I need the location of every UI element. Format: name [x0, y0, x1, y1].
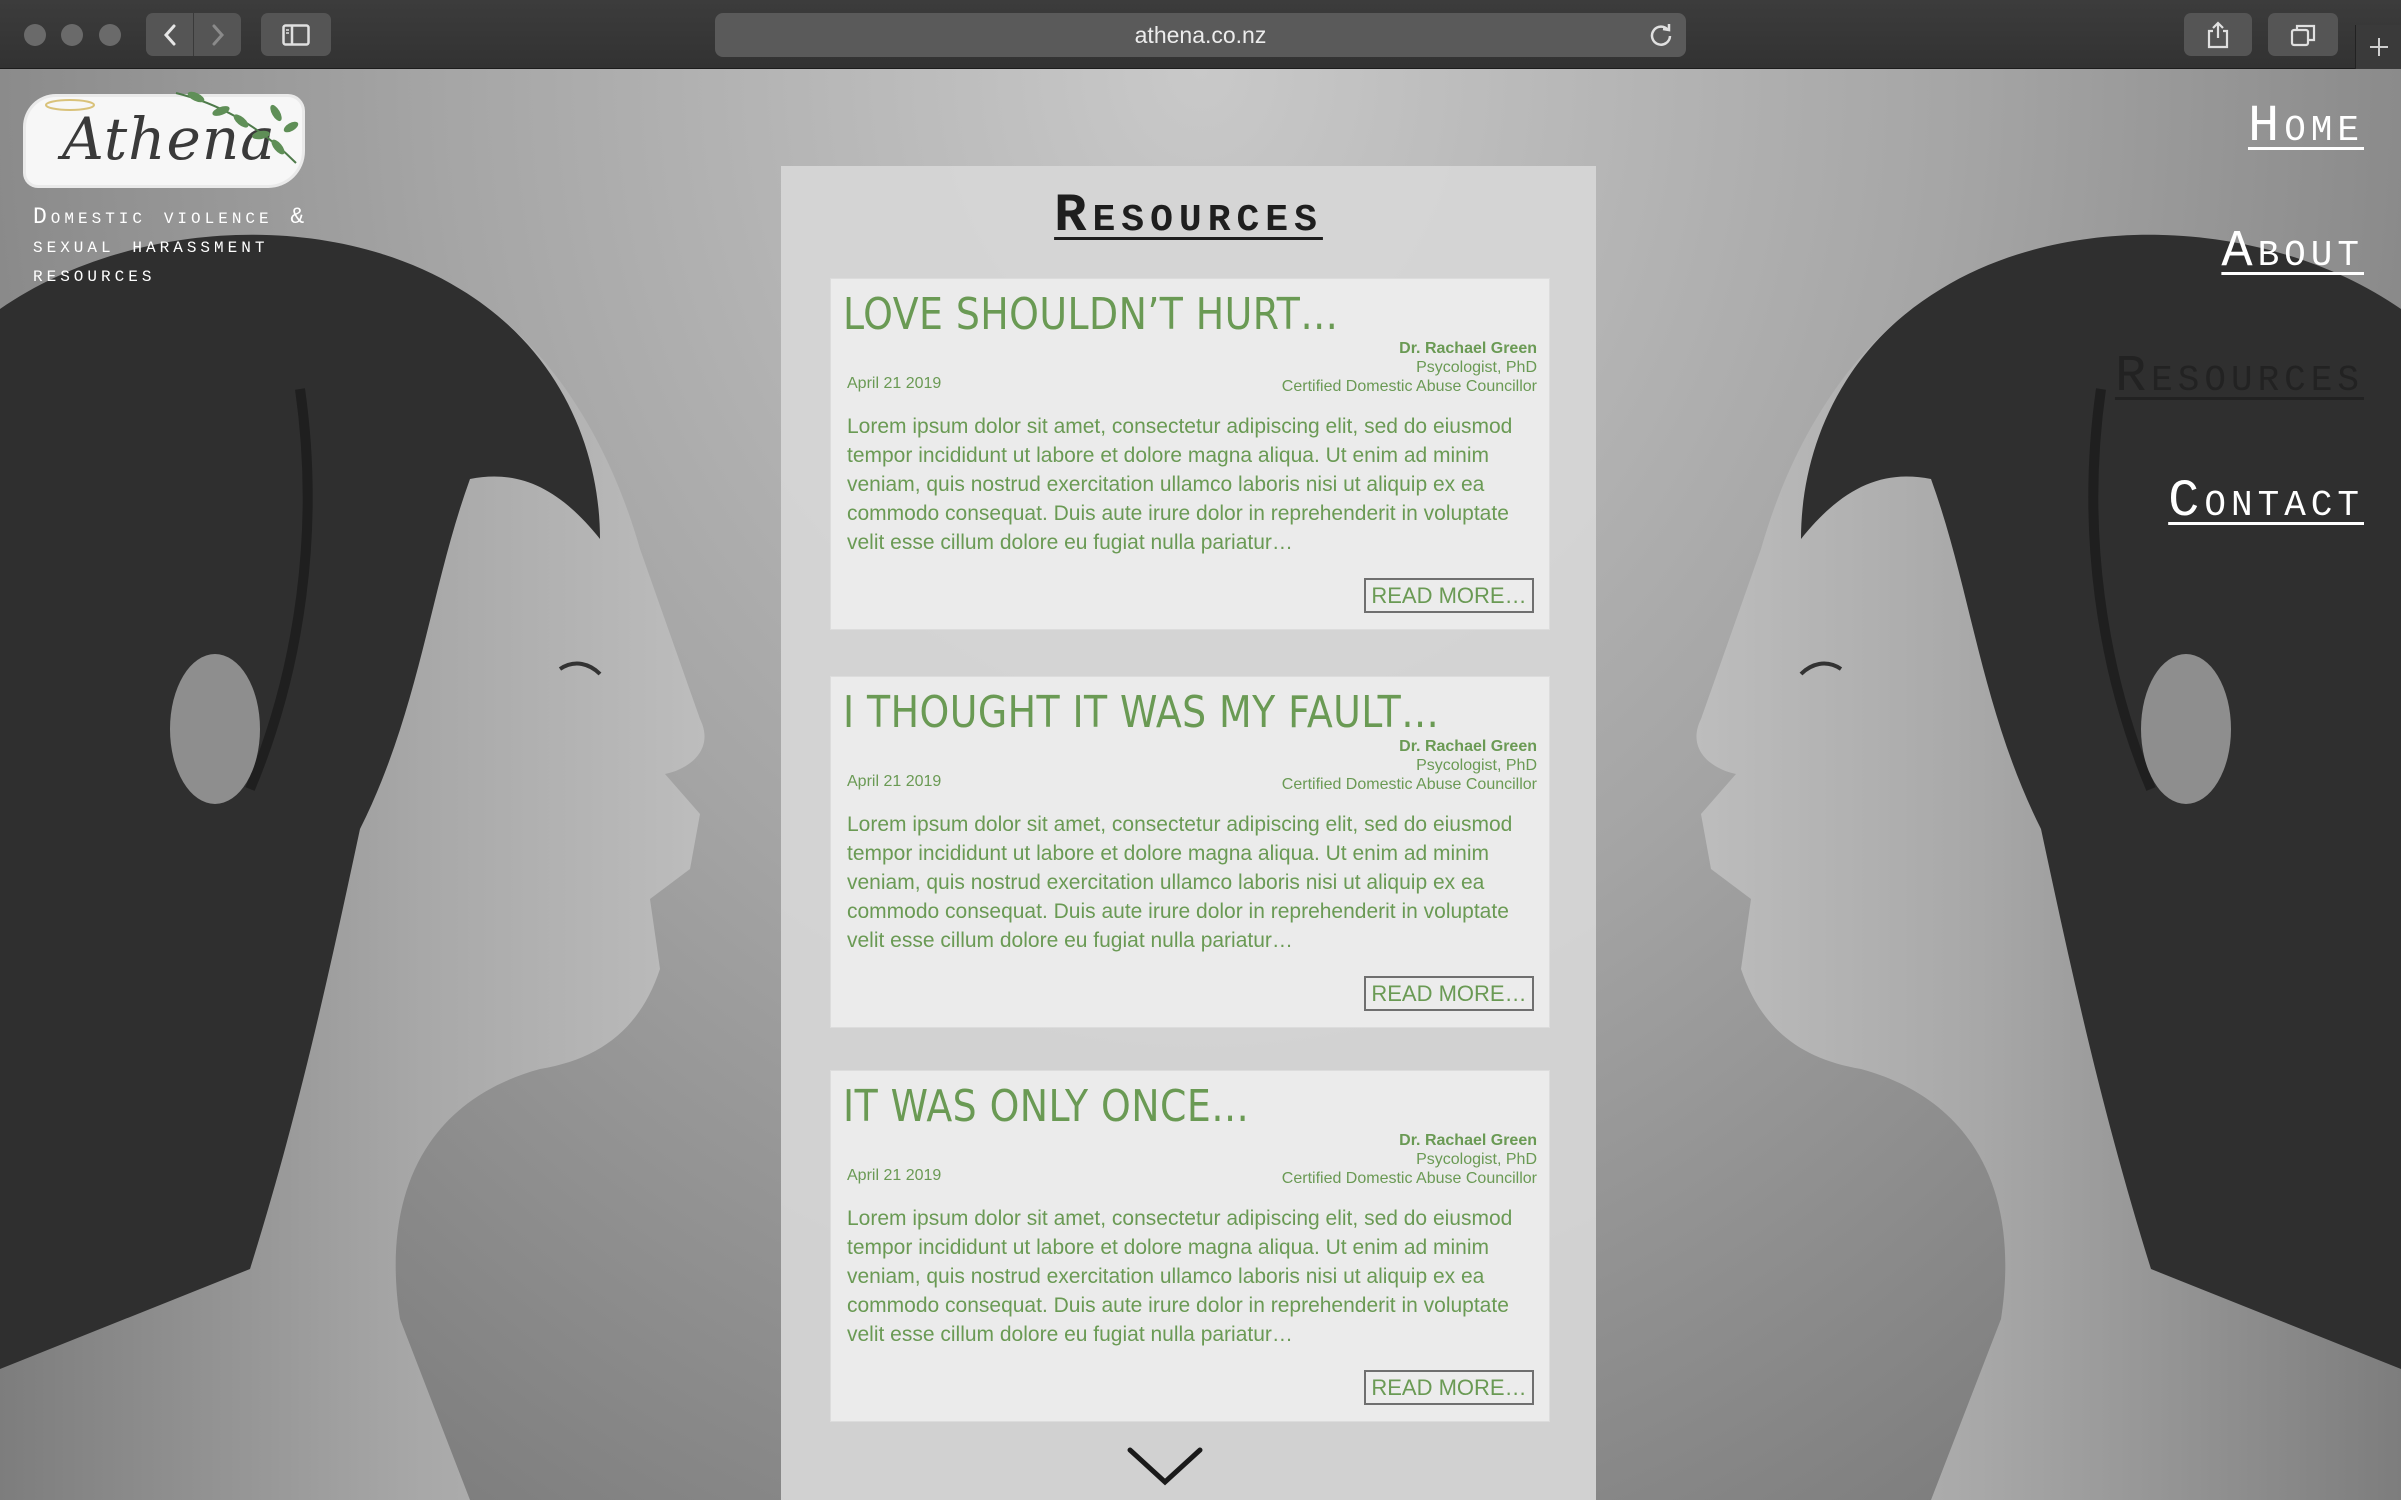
read-more-button[interactable]: READ MORE… — [1364, 976, 1534, 1011]
article-date: April 21 2019 — [847, 1167, 942, 1184]
site-logo[interactable]: Athena — [26, 91, 302, 185]
show-tabs-button[interactable] — [2268, 13, 2338, 56]
article-author: Dr. Rachael Green Psycologist, PhD Certi… — [1282, 1131, 1537, 1188]
article-date: April 21 2019 — [847, 773, 942, 790]
new-tab-button[interactable] — [2355, 25, 2401, 69]
reload-icon — [1650, 24, 1672, 46]
author-title: Psycologist, PhD — [1416, 757, 1537, 774]
article-card: IT WAS ONLY ONCE… Dr. Rachael Green Psyc… — [831, 1071, 1549, 1421]
author-title: Psycologist, PhD — [1416, 1151, 1537, 1168]
resources-panel: Resources LOVE SHOULDN’T HURT… Dr. Racha… — [781, 166, 1596, 1500]
chevron-right-icon — [212, 24, 224, 45]
olive-branch-icon — [175, 91, 299, 164]
author-certification: Certified Domestic Abuse Councillor — [1281, 776, 1537, 793]
article-title[interactable]: LOVE SHOULDN’T HURT… — [843, 289, 1339, 340]
author-title: Psycologist, PhD — [1416, 359, 1537, 376]
article-date: April 21 2019 — [847, 375, 942, 392]
article-author: Dr. Rachael Green Psycologist, PhD Certi… — [1282, 339, 1537, 396]
article-author: Dr. Rachael Green Psycologist, PhD Certi… — [1282, 737, 1537, 794]
share-icon — [2207, 20, 2229, 48]
window-close-button[interactable] — [24, 24, 46, 46]
article-title[interactable]: IT WAS ONLY ONCE… — [843, 1081, 1249, 1132]
sidebar-toggle-button[interactable] — [261, 13, 331, 56]
url-text: athena.co.nz — [1134, 21, 1267, 48]
article-card: I THOUGHT IT WAS MY FAULT… Dr. Rachael G… — [831, 677, 1549, 1027]
nav-about-link[interactable]: About — [2221, 222, 2364, 281]
browser-toolbar: athena.co.nz — [0, 0, 2401, 69]
web-page: Athena Domestic violence & sexual harass… — [0, 69, 2401, 1500]
read-more-button[interactable]: READ MORE… — [1364, 578, 1534, 613]
window-minimize-button[interactable] — [61, 24, 83, 46]
nav-resources-link[interactable]: Resources — [2115, 347, 2364, 406]
halo-icon — [45, 99, 95, 111]
author-name: Dr. Rachael Green — [1399, 1132, 1537, 1149]
author-certification: Certified Domestic Abuse Councillor — [1281, 1170, 1537, 1187]
nav-contact-link[interactable]: Contact — [2168, 472, 2364, 531]
author-name: Dr. Rachael Green — [1399, 738, 1537, 755]
article-excerpt: Lorem ipsum dolor sit amet, consectetur … — [847, 415, 1513, 554]
site-tagline: Domestic violence & sexual harassment re… — [33, 204, 309, 288]
share-button[interactable] — [2184, 13, 2252, 56]
tabs-icon — [2290, 24, 2316, 46]
reload-button[interactable] — [1648, 22, 1674, 54]
read-more-button[interactable]: READ MORE… — [1364, 1370, 1534, 1405]
back-button[interactable] — [146, 13, 194, 56]
scroll-down-button[interactable] — [1126, 1444, 1204, 1493]
page-title: Resources — [1054, 186, 1323, 247]
author-certification: Certified Domestic Abuse Councillor — [1281, 378, 1537, 395]
window-zoom-button[interactable] — [99, 24, 121, 46]
address-bar[interactable]: athena.co.nz — [715, 13, 1686, 57]
article-excerpt: Lorem ipsum dolor sit amet, consectetur … — [847, 1207, 1513, 1346]
history-nav — [146, 13, 241, 56]
article-excerpt: Lorem ipsum dolor sit amet, consectetur … — [847, 813, 1513, 952]
sidebar-icon — [282, 23, 310, 46]
chevron-left-icon — [163, 24, 175, 45]
forward-button[interactable] — [194, 13, 241, 56]
article-card: LOVE SHOULDN’T HURT… Dr. Rachael Green P… — [831, 279, 1549, 629]
article-title[interactable]: I THOUGHT IT WAS MY FAULT… — [843, 687, 1439, 738]
chevron-down-icon — [1127, 1447, 1203, 1486]
portrait-photo-right — [1696, 234, 2401, 1500]
plus-icon — [2369, 38, 2388, 56]
author-name: Dr. Rachael Green — [1399, 340, 1537, 357]
nav-home-link[interactable]: Home — [2248, 97, 2364, 156]
